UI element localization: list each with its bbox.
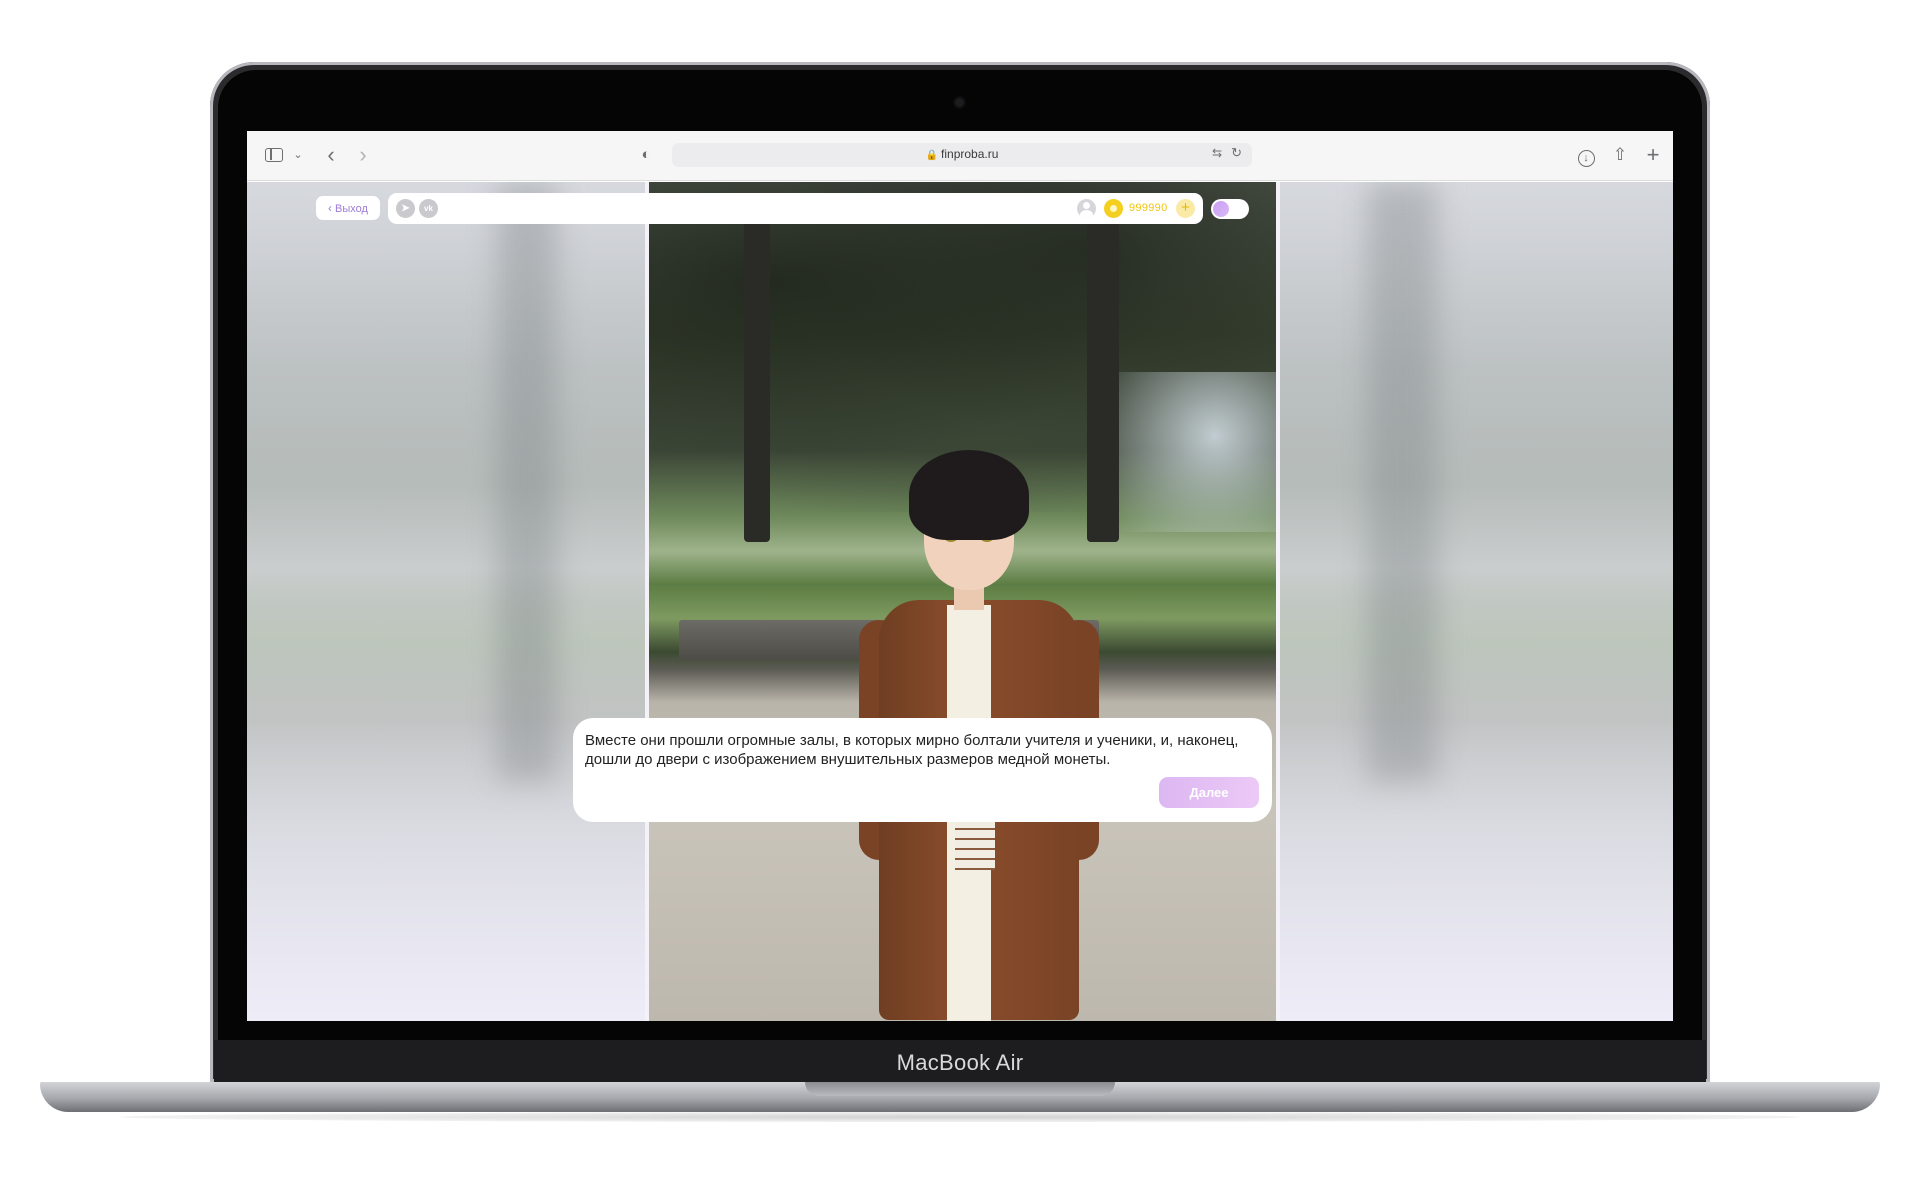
laptop-chin: MacBook Air [214,1040,1706,1082]
device-label: MacBook Air [896,1050,1024,1075]
scene-image [649,182,1276,1021]
exit-label: Выход [335,203,368,215]
toggle-knob [1213,201,1229,217]
web-content: ‹ Выход ➤ vk 999990 + Вместе они прошли о… [247,182,1673,1021]
forward-arrow-icon[interactable]: › [353,144,373,166]
game-top-bar: ➤ vk 999990 + [388,193,1203,224]
laptop-mockup: ⌄ ‹ › ◐ 🔒 finproba.ru ⇆ ↻ ↓ ⇧ + ‹ Выход … [0,0,1920,1200]
lock-icon: 🔒 [925,150,939,161]
character-hair [909,450,1029,540]
sky-patch [1119,372,1276,532]
camera-icon [955,98,964,107]
address-text: 🔒 finproba.ru [672,147,1252,161]
tree-trunk [744,222,770,542]
coin-balance: 999990 [1129,202,1168,214]
next-button[interactable]: Далее [1159,777,1259,808]
laptop-notch [805,1082,1115,1096]
chevron-left-icon: ‹ [328,201,333,215]
translate-icon[interactable]: ⇆ [1212,146,1222,160]
download-icon[interactable]: ↓ [1575,144,1597,167]
url-text: finproba.ru [941,147,999,161]
dialog-text: Вместе они прошли огромные залы, в котор… [585,732,1239,768]
dialog-box: Вместе они прошли огромные залы, в котор… [573,718,1272,822]
theme-toggle[interactable] [1211,199,1249,219]
coin-icon [1104,199,1123,218]
reload-icon[interactable]: ↻ [1231,145,1242,161]
screen: ⌄ ‹ › ◐ 🔒 finproba.ru ⇆ ↻ ↓ ⇧ + ‹ Выход … [247,131,1673,1021]
new-tab-icon[interactable]: + [1643,144,1663,166]
avatar[interactable] [1077,199,1096,218]
exit-button[interactable]: ‹ Выход [316,196,380,220]
share-icon[interactable]: ⇧ [1610,144,1630,166]
address-bar[interactable]: 🔒 finproba.ru ⇆ ↻ [672,143,1252,167]
browser-toolbar: ⌄ ‹ › ◐ 🔒 finproba.ru ⇆ ↻ ↓ ⇧ + [247,131,1673,181]
game-frame [645,182,1280,1021]
laptop-shadow [120,1112,1800,1122]
add-coins-button[interactable]: + [1176,199,1195,218]
vk-icon[interactable]: vk [419,199,438,218]
sidebar-toggle-icon[interactable] [265,144,287,166]
telegram-icon[interactable]: ➤ [396,199,415,218]
back-arrow-icon[interactable]: ‹ [321,144,341,166]
chevron-down-icon[interactable]: ⌄ [291,144,305,166]
privacy-shield-icon[interactable]: ◐ [637,144,655,166]
